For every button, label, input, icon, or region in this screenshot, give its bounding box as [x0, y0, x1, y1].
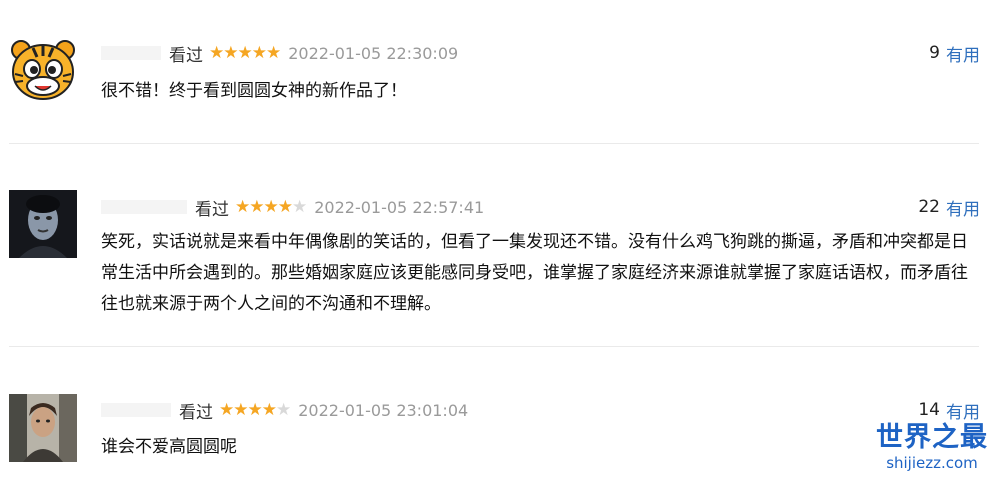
star-icon: ★: [233, 399, 248, 420]
avatar-photo-portrait[interactable]: [9, 394, 77, 462]
useful-label: 有用: [946, 402, 980, 423]
username-redacted[interactable]: [101, 403, 171, 417]
photo-avatar-icon: [9, 394, 77, 462]
review-text: 谁会不爱高圆圆呢: [101, 437, 237, 457]
review-item: 看过 ★ ★ ★ ★ ★ 2022-01-05 23:01:04 14 有用 谁…: [0, 0, 1000, 482]
star-icon: ★: [219, 399, 234, 420]
rating-stars: ★ ★ ★ ★ ★: [219, 399, 291, 420]
watch-status: 看过: [179, 402, 213, 423]
site-watermark: 世界之最 shijiezz.com: [876, 422, 988, 472]
useful-count: 14: [918, 400, 940, 420]
review-meta: 看过 ★ ★ ★ ★ ★ 2022-01-05 23:01:04: [101, 397, 468, 423]
star-empty-icon: ★: [276, 399, 291, 420]
star-icon: ★: [261, 399, 277, 420]
useful-vote-button[interactable]: 14 有用: [918, 397, 980, 423]
star-icon: ★: [247, 399, 263, 420]
review-time: 2022-01-05 23:01:04: [298, 400, 469, 420]
watermark-domain: shijiezz.com: [886, 454, 978, 472]
watermark-title: 世界之最: [876, 422, 988, 453]
